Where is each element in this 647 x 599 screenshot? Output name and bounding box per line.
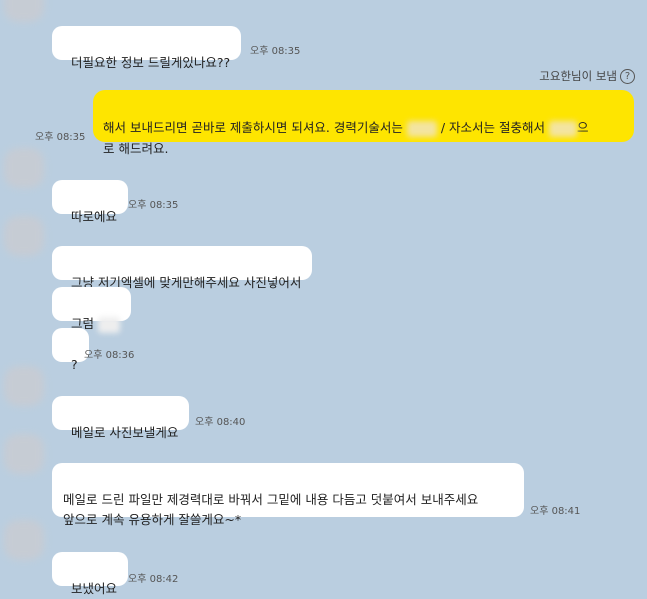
message-bubble[interactable]: 그럼: [52, 287, 131, 333]
avatar[interactable]: [4, 0, 44, 22]
message-bubble[interactable]: 메일로 드린 파일만 제경력대로 바꿔서 그밑에 내용 다듬고 덧붙여서 보내주…: [52, 463, 524, 527]
my-message-bubble[interactable]: 해서 보내드리면 곧바로 제출하시면 되셔요. 경력기술서는 / 자소서는 절충…: [93, 90, 634, 156]
message-bubble[interactable]: 더필요한 정보 드릴게있나요??: [52, 26, 242, 70]
message-time: 오후 08:35: [250, 46, 301, 57]
redacted-text: [548, 120, 577, 137]
message-text: ?: [70, 357, 78, 372]
avatar[interactable]: [4, 520, 44, 560]
avatar[interactable]: [4, 366, 44, 406]
message-text: / 자소서는 절충해서: [440, 120, 545, 135]
message-time: 오후 08:36: [84, 350, 135, 361]
avatar[interactable]: [4, 434, 44, 474]
message-text: 메일로 드린 파일만 제경력대로 바꿔서 그밑에 내용 다듬고 덧붙여서 보내주…: [63, 492, 479, 507]
message-bubble[interactable]: 그냥 저기엑셀에 맞게만해주세요 사진넣어서: [52, 246, 313, 290]
message-time: 오후 08:35: [128, 200, 179, 211]
message-time: 오후 08:41: [530, 506, 581, 517]
sent-status: 고요한님이 보냄: [539, 69, 617, 83]
message-time: 오후 08:35: [35, 132, 86, 143]
avatar[interactable]: [4, 148, 44, 188]
message-time: 오후 08:42: [128, 574, 179, 585]
redacted-text: [97, 316, 120, 333]
message-text: 보냈어요: [70, 581, 117, 596]
message-bubble[interactable]: 메일로 사진보낼게요: [52, 396, 190, 440]
message-bubble[interactable]: 따로에요: [52, 180, 128, 224]
message-text: 으: [576, 120, 589, 135]
avatar[interactable]: [4, 216, 44, 256]
message-text: 앞으로 계속 유용하게 잘쓸게요~*: [63, 512, 242, 527]
message-text: 따로에요: [70, 209, 117, 224]
message-text: 로 해드려요.: [103, 141, 169, 156]
message-text: 메일로 사진보낼게요: [70, 425, 179, 440]
message-text: 해서 보내드리면 곧바로 제출하시면 되셔요. 경력기술서는: [103, 120, 403, 135]
help-icon[interactable]: ?: [620, 69, 635, 84]
message-text: 더필요한 정보 드릴게있나요??: [70, 55, 231, 70]
message-bubble[interactable]: 보냈어요: [52, 552, 128, 596]
redacted-text: [406, 120, 437, 137]
message-time: 오후 08:40: [195, 417, 246, 428]
